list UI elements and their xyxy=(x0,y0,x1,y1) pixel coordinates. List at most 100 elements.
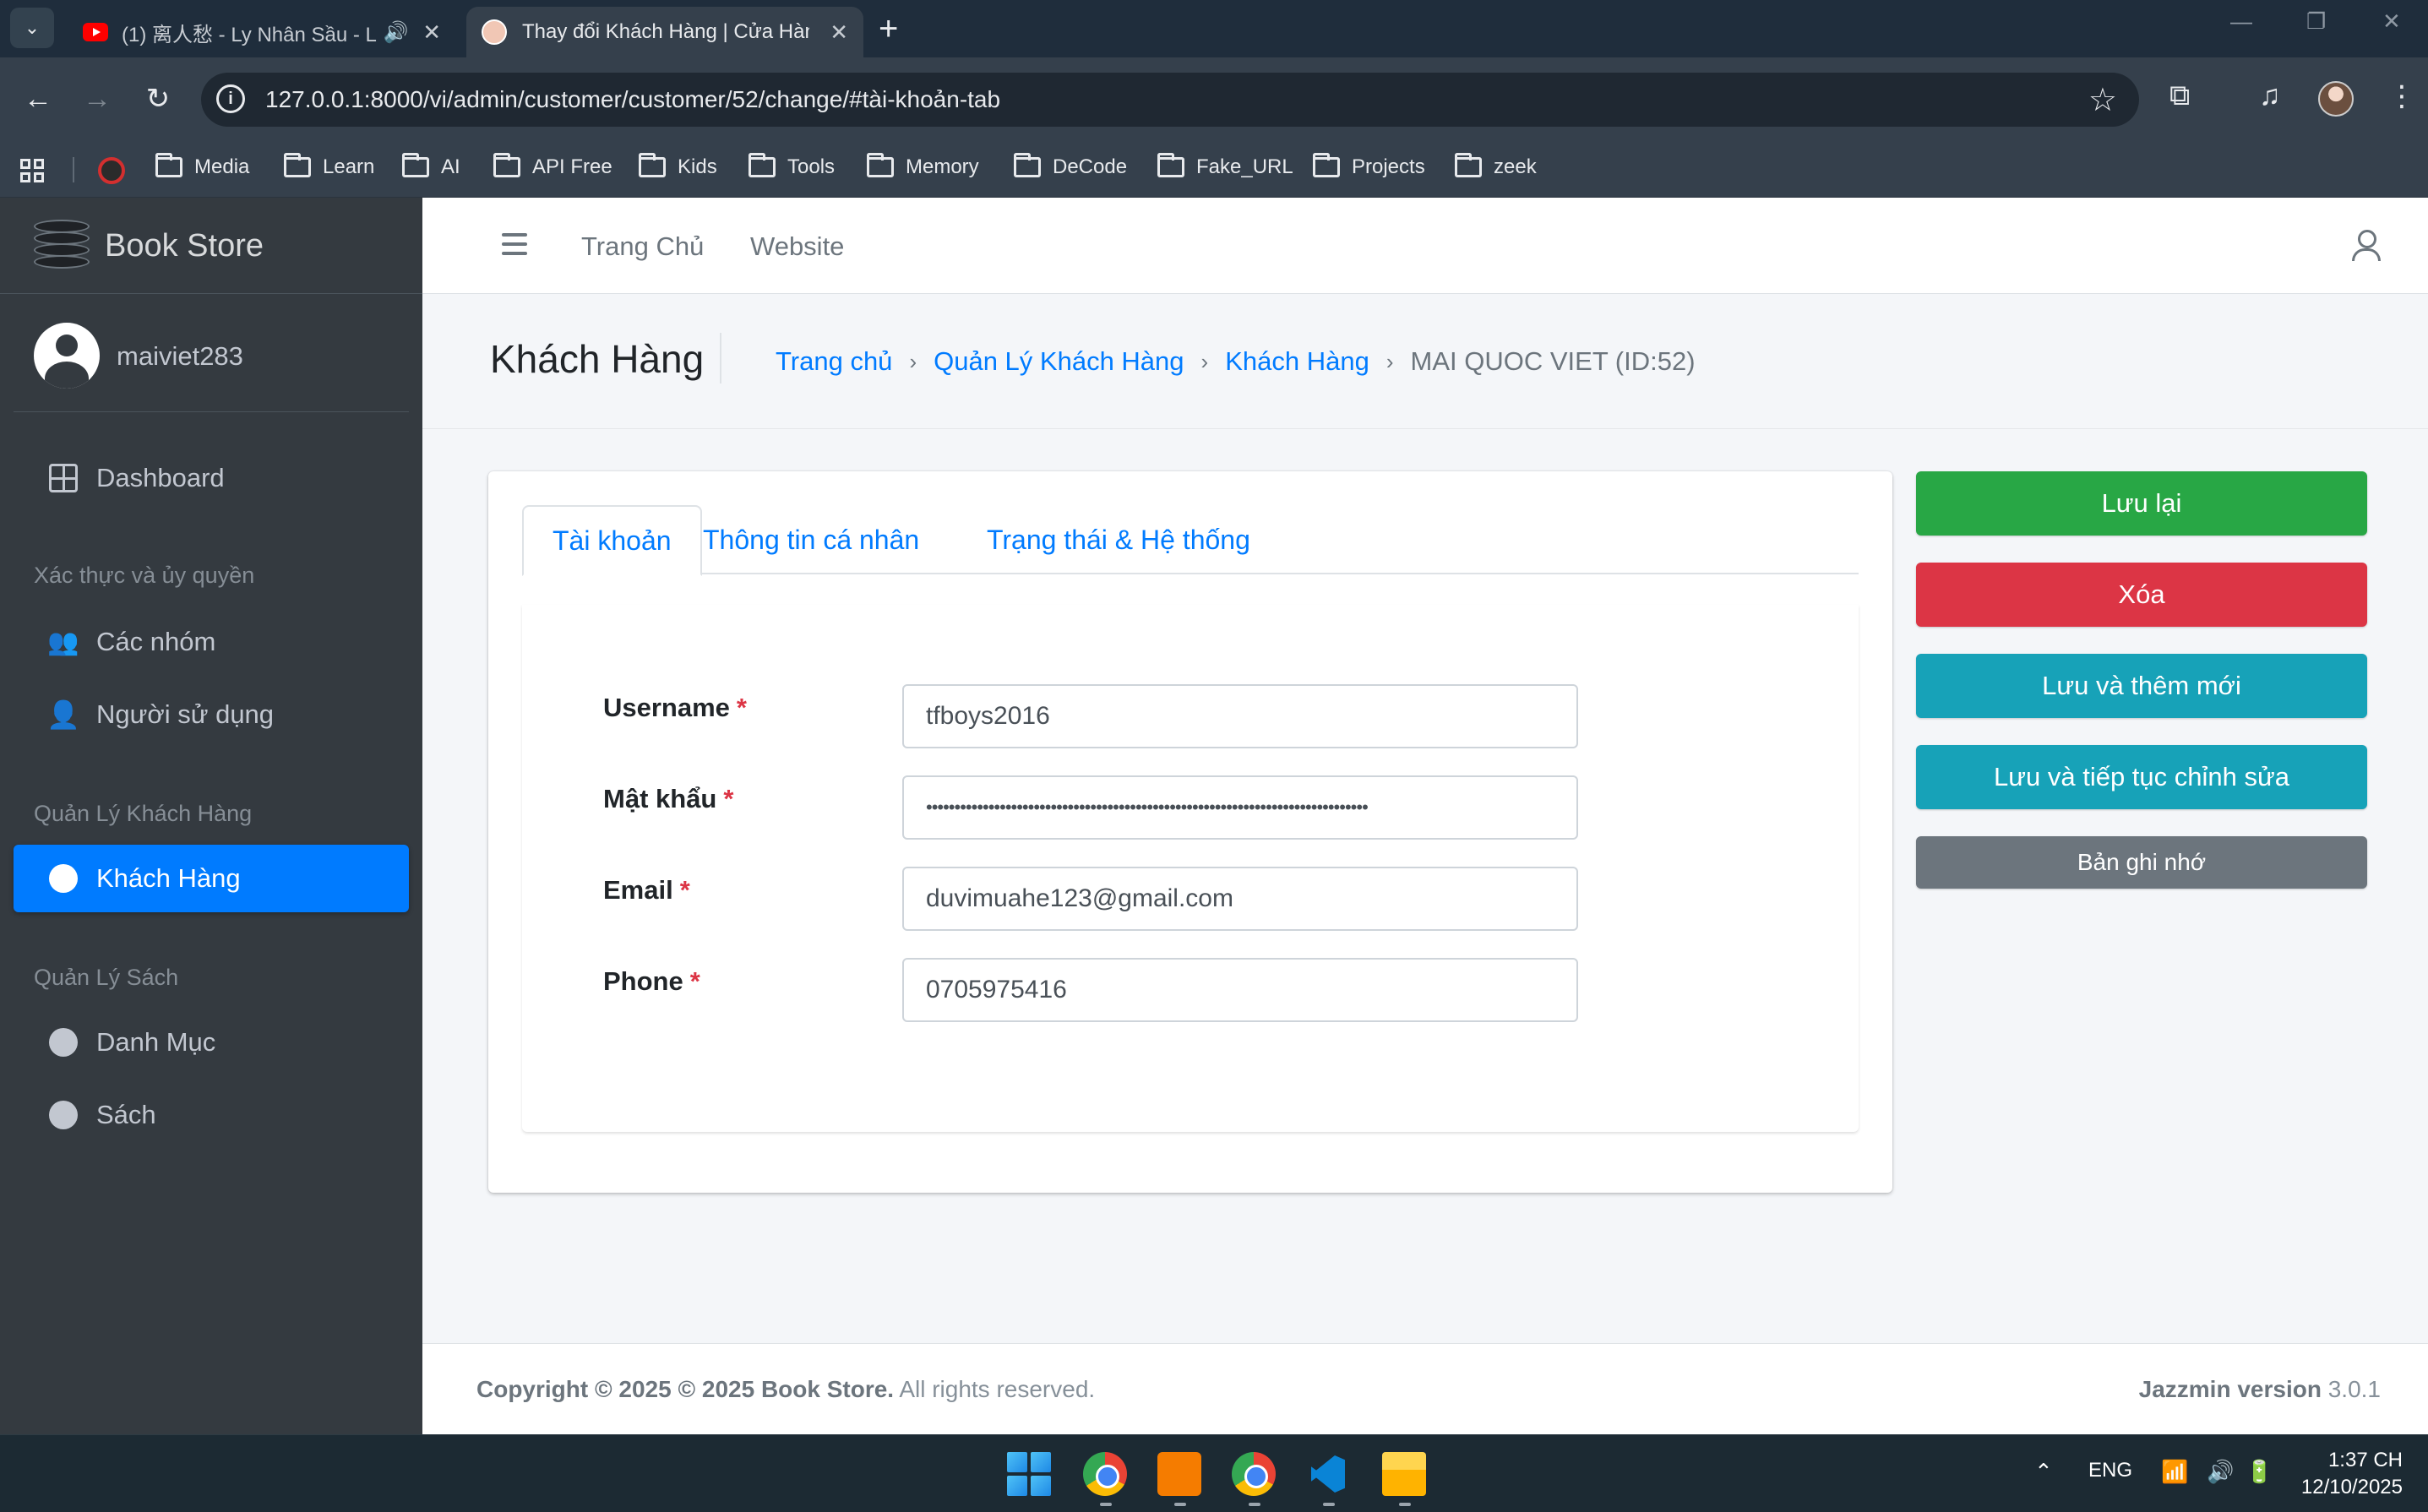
tab-status-system[interactable]: Trạng thái & Hệ thống xyxy=(958,505,1279,574)
breadcrumb-customers[interactable]: Khách Hàng xyxy=(1225,346,1369,377)
windows-taskbar: ⌃ ENG 📶 🔊 🔋 1:37 CH 12/10/2025 xyxy=(0,1434,2428,1512)
form-tabs: Tài khoản Thông tin cá nhân Trạng thái &… xyxy=(522,505,1859,576)
close-window-icon[interactable]: ✕ xyxy=(2382,8,2401,35)
folder-icon xyxy=(1157,153,1184,177)
breadcrumb-home[interactable]: Trang chủ xyxy=(776,346,892,377)
chrome-icon[interactable] xyxy=(1083,1452,1127,1496)
brand-link[interactable]: Book Store xyxy=(0,198,422,294)
bookmarks-divider xyxy=(73,157,74,182)
bookmark-folder-zeek[interactable]: zeek xyxy=(1455,153,1537,179)
restore-icon[interactable]: ❐ xyxy=(2306,8,2326,35)
username-input[interactable] xyxy=(902,684,1578,748)
forward-icon[interactable]: → xyxy=(76,78,118,120)
sidebar-item-customers[interactable]: Khách Hàng xyxy=(14,845,409,912)
browser-tab-youtube[interactable]: (1) 离人愁 - Ly Nhân Sầu - L 🔊 ✕ xyxy=(68,7,456,57)
profile-avatar[interactable] xyxy=(2318,81,2354,117)
extensions-icon[interactable]: ⧉ xyxy=(2169,79,2190,112)
user-panel[interactable]: maiviet283 xyxy=(14,294,409,412)
delete-button[interactable]: Xóa xyxy=(1916,563,2367,627)
folder-icon xyxy=(1014,153,1041,177)
save-and-add-button[interactable]: Lưu và thêm mới xyxy=(1916,654,2367,718)
user-menu-icon[interactable] xyxy=(2350,230,2381,262)
phone-input[interactable] xyxy=(902,958,1578,1022)
vscode-icon[interactable] xyxy=(1306,1452,1350,1496)
language-indicator[interactable]: ENG xyxy=(2088,1459,2132,1482)
wifi-icon[interactable]: 📶 xyxy=(2161,1459,2188,1485)
sidebar-item-books[interactable]: Sách xyxy=(14,1081,409,1149)
email-input[interactable] xyxy=(902,867,1578,931)
apps-grid-icon[interactable] xyxy=(20,159,44,182)
tab-personal-info[interactable]: Thông tin cá nhân xyxy=(674,505,948,574)
sidebar-item-groups[interactable]: 👥 Các nhóm xyxy=(14,608,409,676)
title-divider xyxy=(720,333,721,383)
back-icon[interactable]: ← xyxy=(17,78,59,120)
hamburger-menu-icon[interactable] xyxy=(502,233,527,255)
bookmark-folder-memory[interactable]: Memory xyxy=(867,153,979,179)
file-explorer-icon[interactable] xyxy=(1382,1452,1426,1496)
breadcrumb-customer-management[interactable]: Quản Lý Khách Hàng xyxy=(934,346,1184,377)
folder-icon xyxy=(639,153,666,177)
bookmark-folder-decode[interactable]: DeCode xyxy=(1014,153,1127,179)
bookmark-folder-ai[interactable]: AI xyxy=(402,153,460,179)
form-row-username: Username * xyxy=(603,684,1617,748)
browser-menu-icon[interactable]: ⋮ xyxy=(2387,79,2416,113)
bookmark-site-icon[interactable] xyxy=(98,157,125,184)
bookmark-folder-media[interactable]: Media xyxy=(155,153,249,179)
chrome-profile-icon[interactable] xyxy=(1232,1452,1276,1496)
change-form-card: Tài khoản Thông tin cá nhân Trạng thái &… xyxy=(488,471,1892,1193)
close-tab-icon[interactable]: ✕ xyxy=(818,19,848,46)
folder-icon xyxy=(493,153,520,177)
breadcrumb-separator: › xyxy=(1200,348,1209,374)
bookmark-folder-tools[interactable]: Tools xyxy=(749,153,835,179)
running-indicator xyxy=(1174,1503,1186,1506)
form-row-email: Email * xyxy=(603,867,1617,931)
media-control-icon[interactable]: ♫ xyxy=(2259,79,2281,112)
browser-toolbar: ← → ↻ i 127.0.0.1:8000/vi/admin/customer… xyxy=(0,57,2428,142)
nav-link-home[interactable]: Trang Chủ xyxy=(581,231,704,262)
battery-icon[interactable]: 🔋 xyxy=(2246,1459,2273,1485)
form-row-password: Mật khẩu * xyxy=(603,775,1617,840)
user-avatar-icon xyxy=(34,323,100,389)
url-text[interactable]: 127.0.0.1:8000/vi/admin/customer/custome… xyxy=(265,86,1000,113)
book-stack-icon xyxy=(34,220,90,272)
breadcrumb-separator: › xyxy=(1385,348,1394,374)
bookmark-folder-fake-url[interactable]: Fake_URL xyxy=(1157,153,1293,179)
folder-icon xyxy=(1313,153,1340,177)
reload-icon[interactable]: ↻ xyxy=(137,78,179,120)
history-button[interactable]: Bản ghi nhớ xyxy=(1916,836,2367,889)
jazzmin-link[interactable]: Jazzmin version xyxy=(2139,1376,2322,1402)
speaker-icon[interactable]: 🔊 xyxy=(384,20,409,45)
bookmark-folder-learn[interactable]: Learn xyxy=(284,153,374,179)
sidebar-item-users[interactable]: 👤 Người sử dụng xyxy=(14,681,409,748)
volume-icon[interactable]: 🔊 xyxy=(2207,1459,2234,1485)
running-indicator xyxy=(1249,1503,1260,1506)
site-info-icon[interactable]: i xyxy=(216,84,245,113)
bookmark-star-icon[interactable]: ☆ xyxy=(2088,81,2117,119)
page-title: Khách Hàng xyxy=(490,337,705,381)
windows-start-icon[interactable] xyxy=(1007,1452,1051,1496)
folder-icon xyxy=(749,153,776,177)
username-label: Username * xyxy=(603,693,747,722)
system-clock[interactable]: 1:37 CH 12/10/2025 xyxy=(2301,1447,2403,1501)
sidebar-item-dashboard[interactable]: Dashboard xyxy=(14,444,409,512)
save-and-continue-button[interactable]: Lưu và tiếp tục chỉnh sửa xyxy=(1916,745,2367,809)
bookmark-folder-projects[interactable]: Projects xyxy=(1313,153,1425,179)
sidebar-item-categories[interactable]: Danh Mục xyxy=(14,1009,409,1076)
user-name[interactable]: maiviet283 xyxy=(117,341,243,372)
address-bar[interactable]: i 127.0.0.1:8000/vi/admin/customer/custo… xyxy=(201,73,2139,127)
app-orange-icon[interactable] xyxy=(1157,1452,1201,1496)
close-tab-icon[interactable]: ✕ xyxy=(411,19,441,46)
tray-chevron-icon[interactable]: ⌃ xyxy=(2034,1459,2053,1485)
new-tab-button[interactable]: + xyxy=(879,10,898,48)
bookmarks-bar: Media Learn AI API Free Kids Tools Memor… xyxy=(0,142,2428,198)
minimize-icon[interactable]: — xyxy=(2230,8,2252,35)
save-button[interactable]: Lưu lại xyxy=(1916,471,2367,536)
running-indicator xyxy=(1100,1503,1112,1506)
nav-link-website[interactable]: Website xyxy=(750,231,844,262)
password-input[interactable] xyxy=(902,775,1578,840)
bookmark-folder-api-free[interactable]: API Free xyxy=(493,153,612,179)
bookmark-folder-kids[interactable]: Kids xyxy=(639,153,717,179)
browser-tab-active[interactable]: Thay đổi Khách Hàng | Cửa Hàn ✕ xyxy=(466,7,863,57)
password-label: Mật khẩu * xyxy=(603,784,734,813)
tab-search-button[interactable]: ⌄ xyxy=(10,8,54,48)
